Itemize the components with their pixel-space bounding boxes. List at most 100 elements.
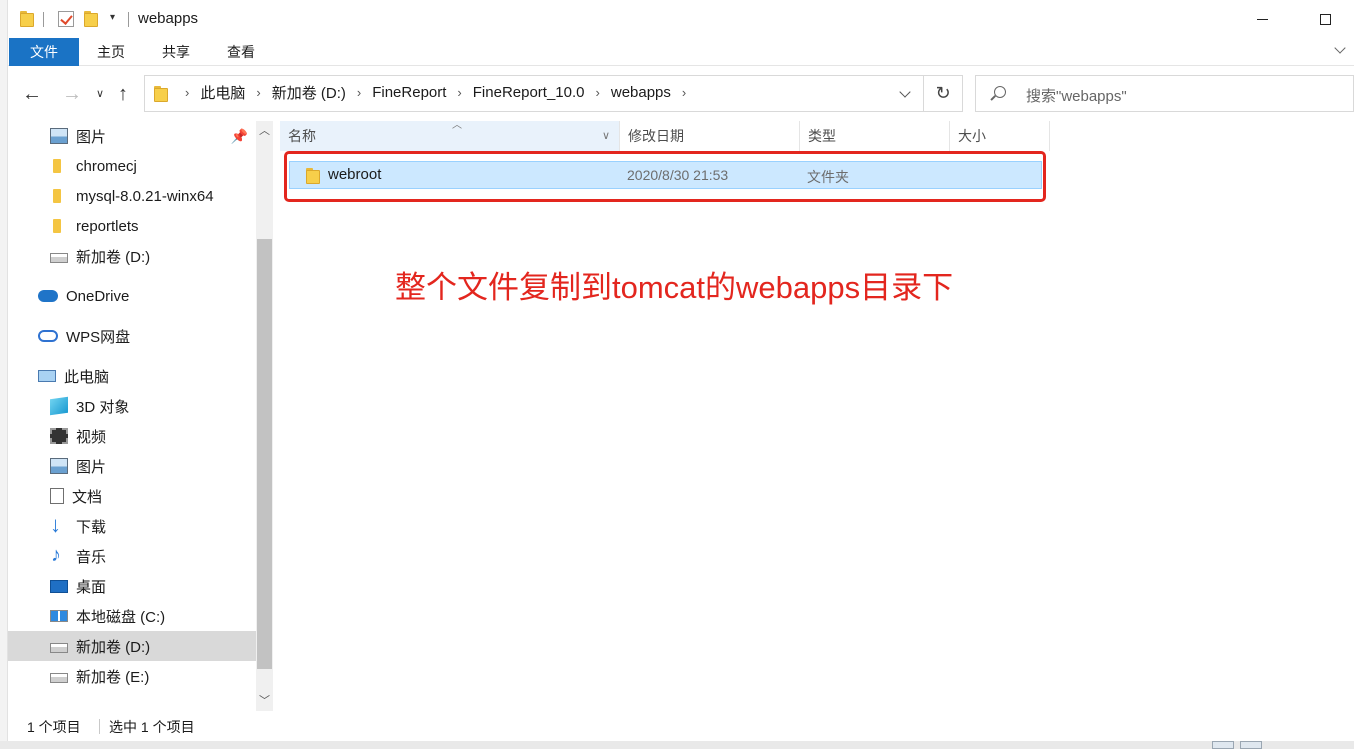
divider [43, 12, 44, 27]
sidebar-item-chromecj[interactable]: chromecj [8, 151, 256, 181]
breadcrumb-finereport[interactable]: FineReport [368, 84, 450, 101]
scrollbar-thumb[interactable] [257, 239, 272, 669]
sidebar-item-3d-objects[interactable]: 3D 对象 [8, 391, 256, 421]
navigation-bar: ← → ∨ ↑ › 此电脑 › 新加卷 (D:) › FineReport › … [8, 67, 1354, 121]
item-count: 1 个项目 [27, 719, 81, 735]
column-label: 名称 [288, 128, 316, 144]
back-arrow-icon[interactable]: ← [22, 83, 42, 106]
up-arrow-icon[interactable]: ↑ [118, 83, 128, 106]
sidebar-item-label: 文档 [72, 488, 103, 506]
sidebar-item-reportlets[interactable]: reportlets [8, 211, 256, 241]
divider [128, 12, 129, 27]
sidebar-item-label: 本地磁盘 (C:) [76, 608, 166, 626]
refresh-button[interactable]: ↻ [924, 75, 963, 112]
scroll-up-icon[interactable]: ︿ [256, 121, 273, 141]
sidebar-item-videos[interactable]: 视频 [8, 421, 256, 451]
large-icons-view-button[interactable] [1240, 741, 1262, 749]
pin-icon[interactable]: 📌 [231, 128, 248, 145]
sidebar-item-label: 图片 [76, 128, 107, 146]
sidebar-item-mysql[interactable]: mysql-8.0.21-winx64 [8, 181, 256, 211]
sidebar-item-pictures[interactable]: 图片 [8, 451, 256, 481]
sidebar-item-music[interactable]: 音乐 [8, 541, 256, 571]
sidebar-item-label: 3D 对象 [76, 398, 130, 416]
folder-icon [50, 188, 68, 204]
desktop-icon [50, 579, 68, 593]
sidebar-item-label: 新加卷 (D:) [76, 638, 151, 656]
sidebar-item-wps-cloud[interactable]: WPS网盘 [8, 321, 256, 351]
3d-objects-icon [50, 396, 68, 416]
chevron-right-icon[interactable]: › [249, 85, 267, 100]
sidebar-item-pictures-quick[interactable]: 图片 📌 [8, 121, 256, 151]
breadcrumb-finereport-10[interactable]: FineReport_10.0 [469, 84, 589, 101]
pictures-icon [50, 458, 68, 474]
sidebar-scrollbar[interactable]: ︿ ﹀ [256, 121, 273, 711]
sidebar-item-onedrive[interactable]: OneDrive [8, 281, 256, 311]
sidebar-item-documents[interactable]: 文档 [8, 481, 256, 511]
scroll-down-icon[interactable]: ﹀ [256, 691, 273, 711]
column-header-date[interactable]: 修改日期 [620, 121, 800, 151]
tab-view[interactable]: 查看 [212, 38, 270, 66]
title-bar: ▾ webapps [8, 0, 1354, 38]
chevron-right-icon[interactable]: › [675, 85, 693, 100]
details-view-button[interactable] [1212, 741, 1234, 749]
chevron-right-icon[interactable]: › [589, 85, 607, 100]
address-history-dropdown[interactable] [889, 75, 924, 112]
breadcrumb-webapps[interactable]: webapps [607, 84, 675, 101]
pictures-icon [50, 128, 68, 144]
sidebar-item-label: 视频 [76, 428, 107, 446]
sidebar-item-label: 新加卷 (D:) [76, 248, 151, 266]
sidebar-item-label: 音乐 [76, 548, 107, 566]
drive-icon [50, 673, 68, 683]
maximize-button[interactable] [1302, 0, 1348, 38]
column-header-type[interactable]: 类型 [800, 121, 950, 151]
search-icon [994, 86, 1006, 98]
drive-icon [50, 643, 68, 653]
sidebar-item-drive-d[interactable]: 新加卷 (D:) [8, 631, 256, 661]
navigation-pane: 图片 📌 chromecj mysql-8.0.21-winx64 report… [8, 121, 256, 711]
tab-share[interactable]: 共享 [147, 38, 205, 66]
sidebar-item-label: 图片 [76, 458, 107, 476]
refresh-icon: ↻ [935, 83, 951, 103]
column-header-size[interactable]: 大小 [950, 121, 1050, 151]
sidebar-item-desktop[interactable]: 桌面 [8, 571, 256, 601]
videos-icon [50, 428, 68, 444]
sidebar-item-this-pc[interactable]: 此电脑 [8, 361, 256, 391]
chevron-right-icon[interactable]: › [450, 85, 468, 100]
sidebar-item-drive-c[interactable]: 本地磁盘 (C:) [8, 601, 256, 631]
sidebar-item-label: OneDrive [66, 287, 130, 305]
window-title: webapps [138, 10, 199, 27]
folder-icon [50, 218, 68, 234]
selected-count: 选中 1 个项目 [109, 719, 195, 735]
folder-icon [154, 85, 170, 102]
properties-icon[interactable] [58, 11, 74, 27]
sort-ascending-icon: ︿ [452, 120, 462, 131]
sidebar-item-label: 此电脑 [64, 368, 110, 386]
chevron-down-icon[interactable]: ∨ [602, 121, 610, 151]
tab-file[interactable]: 文件 [9, 38, 79, 66]
chevron-right-icon[interactable]: › [178, 85, 196, 100]
expand-ribbon-icon[interactable] [1334, 42, 1346, 54]
sidebar-item-drive-d-quick[interactable]: 新加卷 (D:) [8, 241, 256, 271]
onedrive-icon [38, 290, 58, 302]
chevron-down-icon[interactable]: ▾ [110, 12, 115, 23]
maximize-icon [1319, 13, 1331, 25]
forward-arrow-icon[interactable]: → [62, 83, 82, 106]
new-folder-icon[interactable] [84, 11, 100, 28]
sidebar-item-downloads[interactable]: 下载 [8, 511, 256, 541]
search-placeholder: 搜索"webapps" [1026, 88, 1127, 105]
breadcrumb: › 此电脑 › 新加卷 (D:) › FineReport › FineRepo… [154, 82, 693, 103]
sidebar-item-label: reportlets [76, 217, 139, 235]
breadcrumb-this-pc[interactable]: 此电脑 [196, 82, 249, 103]
ribbon-tabs: 文件 主页 共享 查看 [8, 38, 1354, 66]
minimize-button[interactable] [1239, 0, 1285, 38]
recent-locations-icon[interactable]: ∨ [96, 87, 104, 100]
sidebar-item-label: chromecj [76, 157, 137, 175]
column-header-name[interactable]: 名称 ︿ ∨ [280, 120, 620, 151]
breadcrumb-drive-d[interactable]: 新加卷 (D:) [268, 82, 350, 103]
sidebar-item-drive-e[interactable]: 新加卷 (E:) [8, 661, 256, 691]
search-input[interactable]: 搜索"webapps" [975, 75, 1354, 112]
minimize-icon [1256, 18, 1268, 20]
tab-home[interactable]: 主页 [82, 38, 140, 66]
sidebar-item-label: WPS网盘 [66, 328, 131, 346]
chevron-right-icon[interactable]: › [350, 85, 368, 100]
